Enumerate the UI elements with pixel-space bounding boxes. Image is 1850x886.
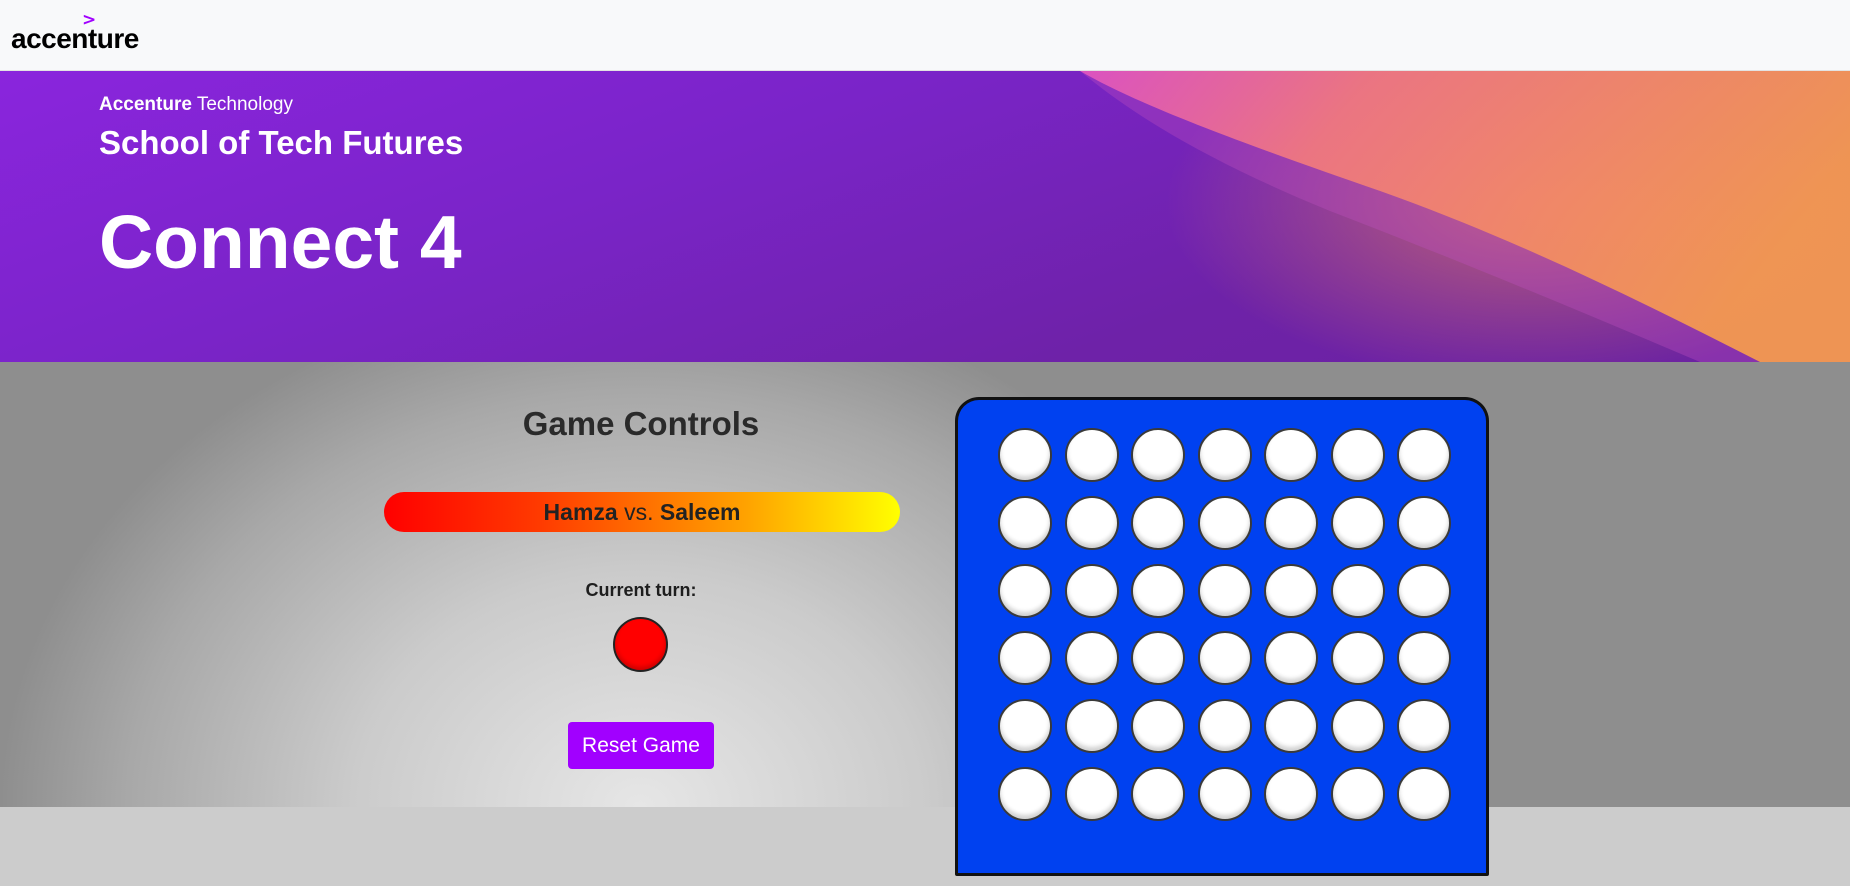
- board-cell-r1-c7[interactable]: [1397, 428, 1451, 482]
- board-cell-r3-c6[interactable]: [1330, 563, 1385, 618]
- board-cell-r3-c3[interactable]: [1131, 563, 1185, 618]
- board-cell-r2-c4[interactable]: [1197, 495, 1252, 550]
- board-cell-r6-c5[interactable]: [1264, 766, 1318, 821]
- logo-wordmark: accenture: [11, 23, 139, 54]
- board-cell-r4-c7[interactable]: [1397, 631, 1451, 686]
- board-cell-r4-c3[interactable]: [1131, 631, 1185, 686]
- board-cell-r3-c7[interactable]: [1397, 563, 1451, 618]
- vs-label: vs.: [624, 499, 654, 525]
- hero-eyebrow: Accenture Technology: [99, 94, 293, 116]
- board-cell-r5-c6[interactable]: [1330, 699, 1385, 754]
- game-board: [955, 397, 1489, 876]
- board-cell-r4-c2[interactable]: [1064, 631, 1119, 686]
- board-cell-r4-c5[interactable]: [1264, 631, 1318, 686]
- board-cell-r1-c6[interactable]: [1330, 428, 1385, 482]
- board-cell-r4-c6[interactable]: [1330, 631, 1385, 686]
- board-cell-r6-c7[interactable]: [1397, 766, 1451, 821]
- board-cell-r3-c5[interactable]: [1264, 563, 1318, 618]
- game-controls-title: Game Controls: [522, 405, 760, 442]
- board-cell-r6-c2[interactable]: [1064, 766, 1119, 821]
- hero-eyebrow-rest: Technology: [196, 94, 293, 115]
- board-cell-r3-c2[interactable]: [1064, 563, 1119, 618]
- current-turn-disc: [613, 617, 668, 672]
- board-cell-r5-c1[interactable]: [998, 699, 1052, 754]
- page-title: Connect 4: [99, 200, 462, 284]
- game-area: Game Controls Hamza vs. Saleem Current t…: [0, 362, 1850, 807]
- board-cell-r1-c3[interactable]: [1131, 428, 1185, 482]
- board-cell-r6-c6[interactable]: [1330, 766, 1385, 821]
- board-cell-r2-c2[interactable]: [1064, 495, 1119, 550]
- board-cell-r4-c1[interactable]: [998, 631, 1052, 686]
- board-cell-r4-c4[interactable]: [1197, 631, 1252, 686]
- board-cell-r2-c3[interactable]: [1131, 495, 1185, 550]
- board-cell-r5-c5[interactable]: [1264, 699, 1318, 754]
- board-cell-r2-c7[interactable]: [1397, 495, 1451, 550]
- board-grid: [998, 428, 1451, 821]
- board-cell-r6-c4[interactable]: [1197, 766, 1252, 821]
- board-cell-r5-c4[interactable]: [1197, 699, 1252, 754]
- board-cell-r1-c4[interactable]: [1197, 428, 1252, 482]
- hero-eyebrow-brand: Accenture: [99, 94, 192, 115]
- player2-name: Saleem: [659, 499, 741, 525]
- hero-subtitle: School of Tech Futures: [99, 124, 464, 161]
- board-cell-r6-c3[interactable]: [1131, 766, 1185, 821]
- accenture-logo[interactable]: > accenture: [11, 12, 141, 54]
- board-cell-r2-c1[interactable]: [998, 495, 1052, 550]
- hero-banner: Accenture Technology School of Tech Futu…: [0, 71, 1850, 362]
- player1-name: Hamza: [543, 499, 618, 525]
- board-cell-r1-c1[interactable]: [998, 428, 1052, 482]
- top-navbar: > accenture: [0, 0, 1850, 71]
- reset-game-button[interactable]: Reset Game: [568, 722, 714, 769]
- board-cell-r2-c6[interactable]: [1330, 495, 1385, 550]
- board-cell-r2-c5[interactable]: [1264, 495, 1318, 550]
- board-cell-r6-c1[interactable]: [998, 766, 1052, 821]
- board-cell-r5-c7[interactable]: [1397, 699, 1451, 754]
- board-cell-r3-c1[interactable]: [998, 563, 1052, 618]
- board-cell-r5-c3[interactable]: [1131, 699, 1185, 754]
- board-cell-r1-c2[interactable]: [1064, 428, 1119, 482]
- board-cell-r3-c4[interactable]: [1197, 563, 1252, 618]
- players-bar: Hamza vs. Saleem: [384, 492, 900, 532]
- board-cell-r5-c2[interactable]: [1064, 699, 1119, 754]
- current-turn-label: Current turn:: [585, 580, 697, 600]
- board-cell-r1-c5[interactable]: [1264, 428, 1318, 482]
